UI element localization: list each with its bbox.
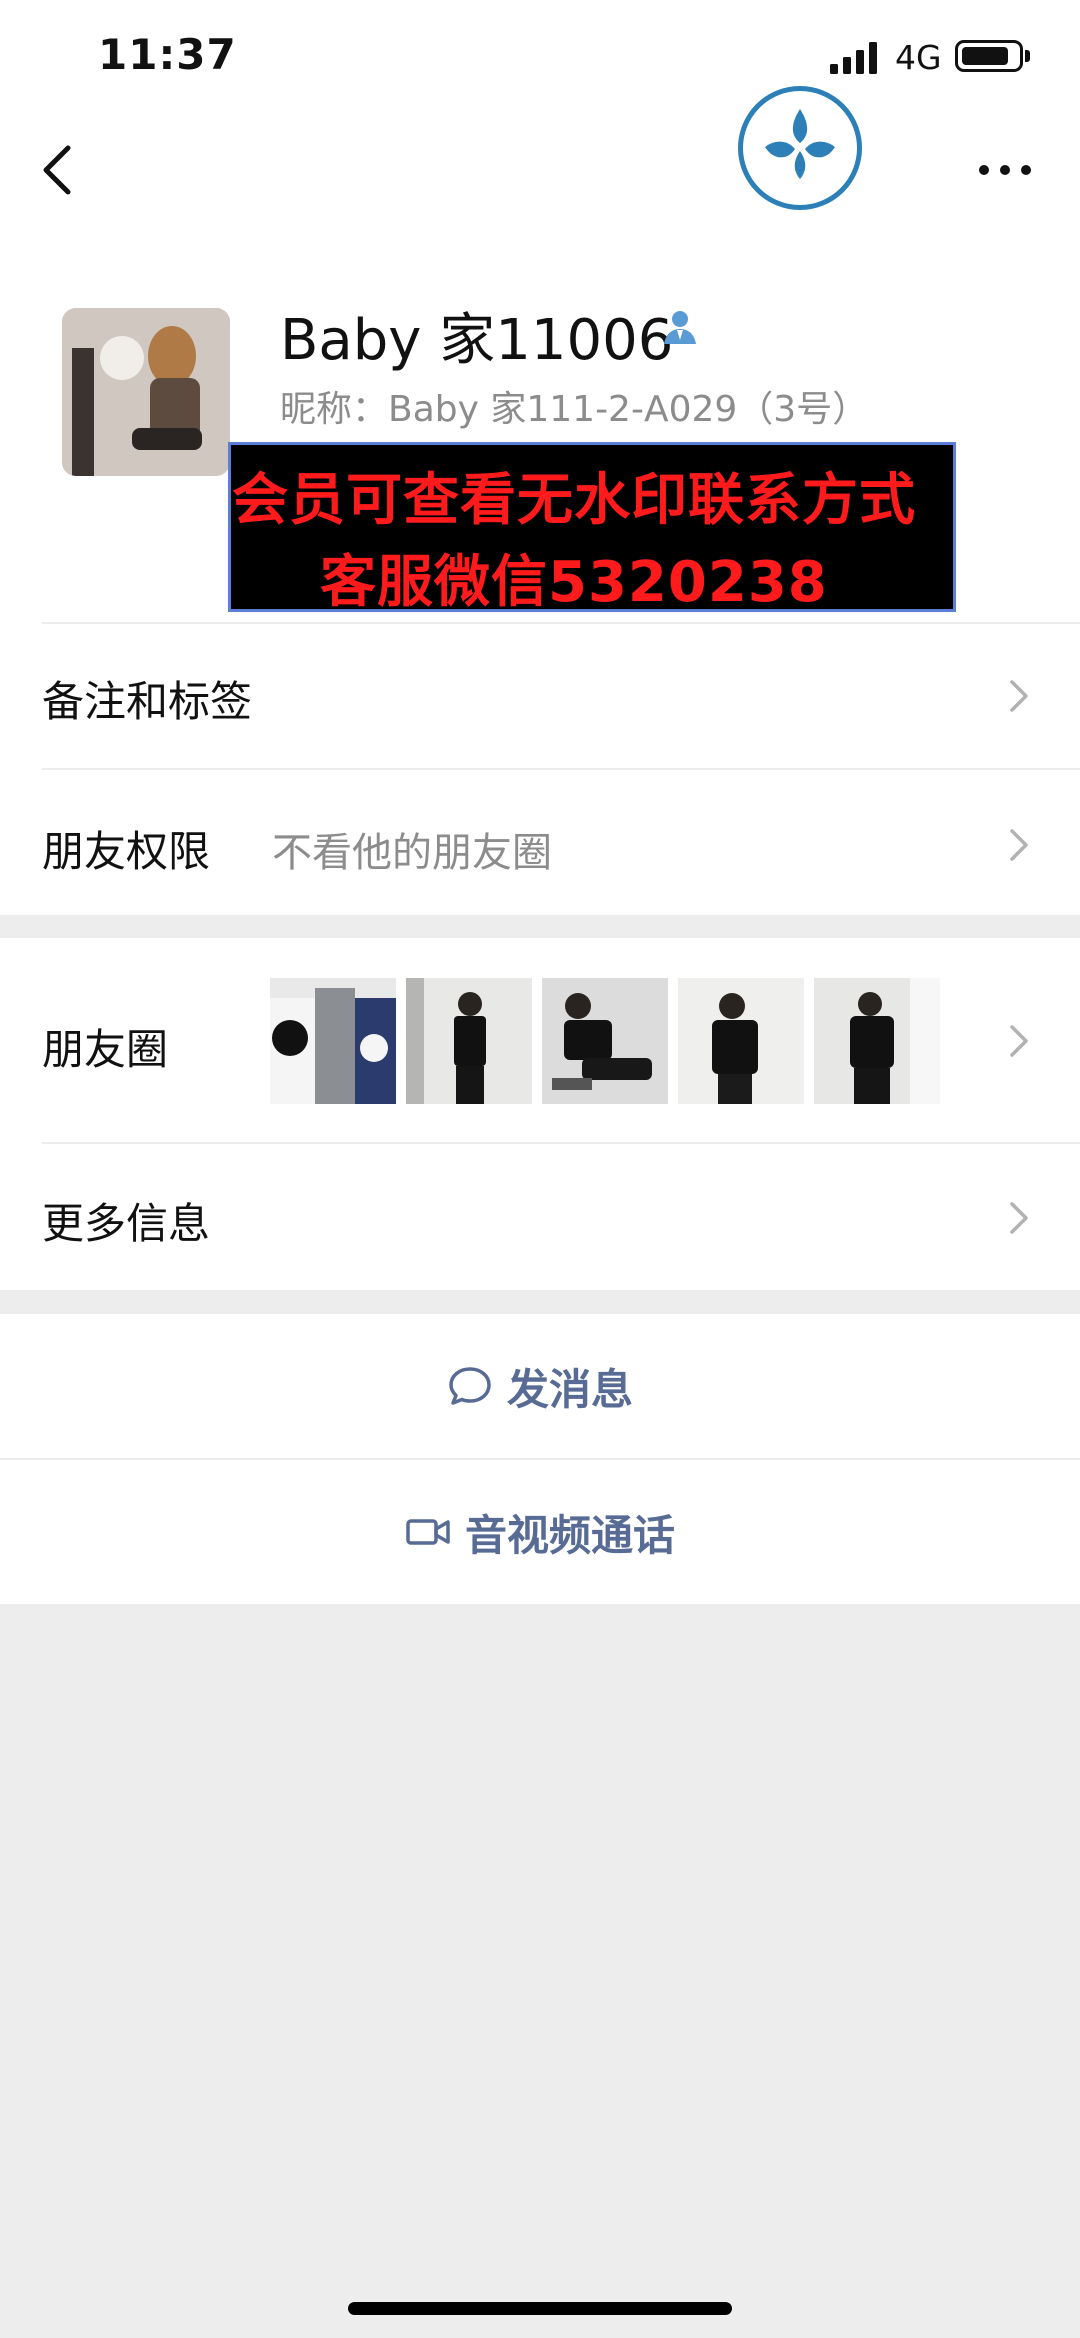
moments-thumbnail	[814, 978, 940, 1104]
battery-level	[962, 47, 1008, 65]
status-time: 11:37	[98, 30, 237, 79]
back-arrow-icon[interactable]	[30, 140, 90, 200]
video-camera-icon	[406, 1519, 450, 1545]
notes-tags-row[interactable]: 备注和标签	[0, 624, 1080, 770]
more-info-row[interactable]: 更多信息	[0, 1144, 1080, 1290]
send-message-button[interactable]: 发消息	[0, 1314, 1080, 1458]
battery-cap	[1025, 50, 1030, 62]
network-type: 4G	[895, 38, 942, 77]
chevron-right-icon	[1010, 1202, 1028, 1234]
send-message-label: 发消息	[506, 1364, 633, 1414]
chevron-right-icon	[1010, 1025, 1028, 1057]
avatar-photo	[62, 308, 230, 476]
verify-user-icon	[664, 311, 696, 344]
signal-icon	[830, 42, 877, 74]
more-info-label: 更多信息	[42, 1199, 211, 1248]
contact-nickname: 昵称：Baby 家111-2-A029（3号）	[280, 389, 869, 430]
moments-row[interactable]: 朋友圈	[0, 938, 1080, 1144]
more-dots-icon[interactable]	[970, 150, 1040, 190]
moments-label: 朋友圈	[42, 1025, 169, 1074]
watermark-line-1: 会员可查看无水印联系方式	[232, 468, 916, 533]
chat-bubble-icon	[449, 1367, 491, 1405]
contact-name: Baby 家11006	[280, 308, 674, 373]
moments-thumbnail	[270, 978, 396, 1104]
chevron-right-icon	[1010, 829, 1028, 861]
friend-permission-label: 朋友权限	[42, 827, 211, 876]
avatar[interactable]	[62, 308, 230, 476]
home-indicator[interactable]	[348, 2302, 732, 2315]
battery-icon	[955, 40, 1023, 72]
moments-thumbnail	[678, 978, 804, 1104]
notes-tags-label: 备注和标签	[42, 677, 253, 726]
moments-thumbnail	[542, 978, 668, 1104]
moments-thumbnails	[270, 978, 950, 1104]
moments-thumbnail	[406, 978, 532, 1104]
friend-permission-value: 不看他的朋友圈	[272, 830, 552, 876]
drop-logo-icon	[765, 109, 835, 179]
video-call-button[interactable]: 音视频通话	[0, 1460, 1080, 1604]
chevron-right-icon	[1010, 680, 1028, 712]
friend-permission-row[interactable]: 朋友权限 不看他的朋友圈	[0, 770, 1080, 915]
app-logo	[738, 86, 862, 210]
watermark-line-2: 客服微信5320238	[320, 550, 828, 615]
video-call-label: 音视频通话	[464, 1510, 675, 1560]
